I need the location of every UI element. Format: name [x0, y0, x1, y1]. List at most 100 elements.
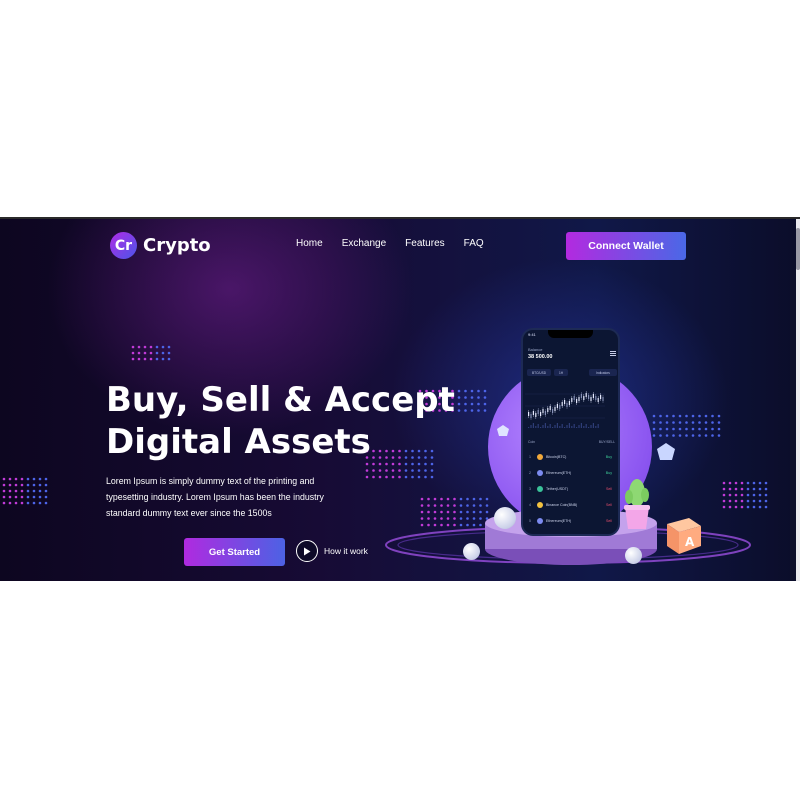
- candle-body: [602, 397, 604, 401]
- candle-body: [573, 396, 575, 400]
- decorative-dot: [717, 427, 721, 431]
- decorative-dot: [483, 396, 487, 399]
- candle-body: [528, 412, 530, 416]
- volume-bar: [568, 423, 570, 428]
- decorative-dot: [161, 351, 165, 355]
- page-scrollbar[interactable]: [796, 219, 800, 581]
- coin-name: Binance Coin(BNB): [546, 503, 578, 507]
- decorative-dot: [424, 462, 427, 466]
- coin-row[interactable]: 5 Ethereum(ETH) Sell: [529, 517, 612, 525]
- decorative-dot: [440, 504, 443, 507]
- decorative-dot: [398, 462, 401, 466]
- volume-bar: [566, 425, 568, 428]
- volume-bar: [564, 427, 566, 428]
- play-icon: [304, 547, 311, 555]
- coin-row[interactable]: 1 Bitcoin(BTC) Buy: [529, 453, 612, 461]
- decorative-dot: [155, 351, 159, 355]
- decorative-dot: [711, 434, 714, 437]
- decorative-dot: [722, 499, 726, 503]
- pill-timeframe[interactable]: 1H: [554, 369, 568, 376]
- decorative-dot: [752, 499, 756, 503]
- decorative-dot: [717, 414, 721, 418]
- coin-row-number: 3: [529, 487, 531, 491]
- decorative-dot: [665, 427, 669, 431]
- volume-bar: [571, 426, 573, 428]
- coin-row-number: 1: [529, 455, 531, 459]
- decorative-dot: [32, 489, 36, 493]
- candle-body: [535, 413, 537, 417]
- decorative-dot: [446, 497, 450, 501]
- connect-wallet-button[interactable]: Connect Wallet: [566, 232, 686, 260]
- decorative-dot: [38, 495, 42, 499]
- decorative-dot: [685, 434, 688, 437]
- coin-action[interactable]: Sell: [606, 503, 612, 507]
- decorative-dot: [155, 357, 159, 361]
- decorative-dot: [167, 357, 171, 361]
- coin-row[interactable]: 3 Tether(USDT) Sell: [529, 485, 612, 493]
- decorative-dot: [32, 495, 36, 499]
- balance-value: 38 500.00: [528, 354, 553, 360]
- nav-item-home[interactable]: Home: [296, 238, 323, 249]
- nav-item-faq[interactable]: FAQ: [464, 238, 484, 249]
- volume-bar: [528, 427, 530, 428]
- decorative-dot: [685, 427, 688, 431]
- main-nav: Home Exchange Features FAQ: [296, 238, 484, 249]
- decorative-dot: [44, 477, 48, 481]
- decorative-dot: [433, 504, 437, 507]
- hero-title-line1: Buy, Sell & Accept: [106, 380, 455, 420]
- coin-row-number: 5: [529, 519, 531, 523]
- candle-body: [578, 397, 580, 401]
- coin-action[interactable]: Buy: [606, 455, 612, 459]
- decorative-dot: [717, 421, 721, 424]
- decorative-dot: [14, 483, 18, 487]
- coin-action[interactable]: Sell: [606, 519, 612, 523]
- decorative-dot: [746, 493, 750, 497]
- decorative-dot: [698, 427, 701, 431]
- coin-row[interactable]: 2 Ethereum(ETH) Buy: [529, 469, 612, 477]
- decorative-dot: [652, 421, 656, 424]
- decorative-dot: [131, 357, 135, 361]
- coin-action[interactable]: Buy: [606, 471, 612, 475]
- candle-body: [559, 405, 561, 409]
- candlestick-chart: [525, 391, 605, 428]
- nav-item-features[interactable]: Features: [405, 238, 444, 249]
- decorative-dot: [746, 481, 750, 485]
- decorative-dot: [378, 475, 382, 479]
- decorative-dot: [417, 475, 421, 479]
- decorative-dot: [678, 421, 682, 424]
- decorative-dot: [457, 409, 461, 412]
- decorative-dot: [155, 345, 159, 349]
- scrollbar-thumb[interactable]: [796, 228, 800, 270]
- decorative-dot: [704, 427, 708, 431]
- crystal-decoration-left: [497, 425, 509, 436]
- decorative-dot: [477, 389, 480, 393]
- volume-bar: [530, 425, 532, 428]
- coin-row[interactable]: 4 Binance Coin(BNB) Sell: [529, 501, 612, 509]
- decorative-dot: [764, 499, 768, 503]
- hamburger-icon[interactable]: [610, 351, 616, 357]
- candle-body: [542, 409, 544, 413]
- coin-list-header-right: BUY/SELL: [598, 440, 615, 444]
- pill-indicators[interactable]: Indicators: [589, 369, 617, 376]
- get-started-button[interactable]: Get Started: [184, 538, 285, 566]
- candle-body: [537, 410, 539, 414]
- coin-list-header: Coin BUY/SELL: [528, 440, 615, 444]
- decorative-dot: [44, 483, 48, 487]
- decorative-dot: [453, 504, 456, 507]
- play-button[interactable]: [296, 540, 318, 562]
- candle-body: [554, 407, 556, 411]
- how-it-work-link[interactable]: How it work: [324, 546, 368, 556]
- decorative-dot: [365, 469, 369, 472]
- decorative-dot: [167, 345, 171, 349]
- decorative-dot: [38, 489, 42, 493]
- decorative-dot: [678, 434, 682, 437]
- brand-logo[interactable]: Cr Crypto: [110, 232, 211, 259]
- coin-list-header-left: Coin: [528, 440, 535, 444]
- nav-item-exchange[interactable]: Exchange: [342, 238, 386, 249]
- decorative-dot: [161, 357, 165, 361]
- pill-pair[interactable]: BTC/USD: [527, 369, 551, 376]
- decorative-dot: [149, 357, 153, 361]
- decorative-dot: [417, 462, 421, 466]
- decorative-dot: [722, 493, 726, 497]
- coin-action[interactable]: Sell: [606, 487, 612, 491]
